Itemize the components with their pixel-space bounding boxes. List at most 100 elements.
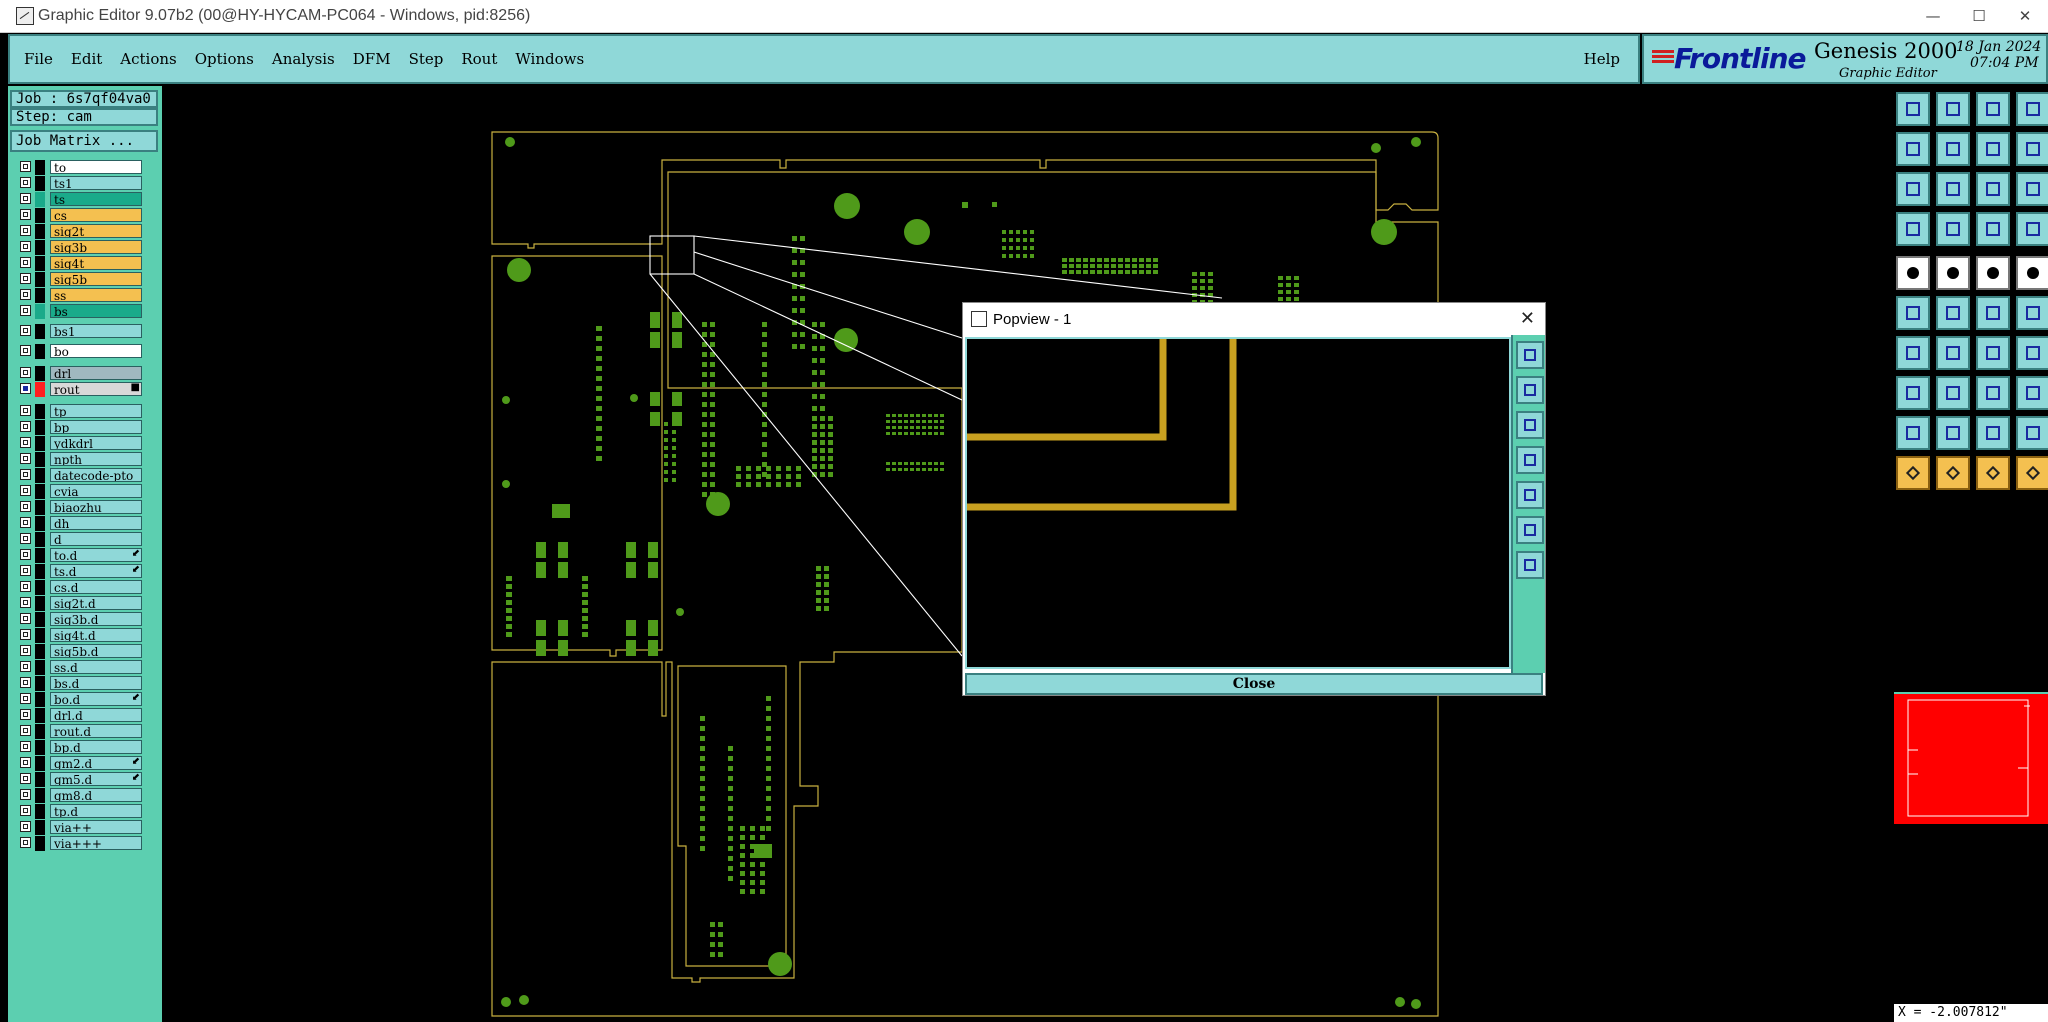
layer-row-gm8-d[interactable]: gm8.d: [12, 788, 142, 803]
layer-row-bo-d[interactable]: bo.d ⬋: [12, 692, 142, 707]
layer-checkbox[interactable]: [20, 325, 31, 336]
layer-row-bs1[interactable]: bs1: [12, 324, 142, 339]
layer-color-swatch[interactable]: [35, 820, 45, 835]
layer-checkbox[interactable]: [20, 549, 31, 560]
fit-tool-2-icon[interactable]: [1936, 172, 1970, 206]
layer-name[interactable]: bo.d: [50, 692, 142, 706]
layer-color-swatch[interactable]: [35, 288, 45, 303]
menu-analysis[interactable]: Analysis: [272, 50, 335, 68]
layer-color-swatch[interactable]: [35, 366, 45, 381]
layer-color-swatch[interactable]: [35, 596, 45, 611]
add-tool-2-icon[interactable]: [1936, 416, 1970, 450]
layer-name[interactable]: bp: [50, 420, 142, 434]
menu-help[interactable]: Help: [1584, 50, 1620, 68]
layer-name[interactable]: bs.d: [50, 676, 142, 690]
layer-name[interactable]: bs: [50, 304, 142, 318]
layer-checkbox[interactable]: [20, 405, 31, 416]
layer-name[interactable]: bs1: [50, 324, 142, 338]
fit-tool-4-icon[interactable]: [2016, 172, 2048, 206]
layer-row-cs-d[interactable]: cs.d: [12, 580, 142, 595]
layer-row-sig4t-d[interactable]: sig4t.d: [12, 628, 142, 643]
layer-name[interactable]: ts.d: [50, 564, 142, 578]
popview-zoom-all-icon[interactable]: [1516, 551, 1544, 579]
layer-color-swatch[interactable]: [35, 256, 45, 271]
layer-row-drl-d[interactable]: drl.d: [12, 708, 142, 723]
layer-name[interactable]: cs.d: [50, 580, 142, 594]
layer-color-swatch[interactable]: [35, 500, 45, 515]
layer-checkbox[interactable]: [20, 677, 31, 688]
menu-dfm[interactable]: DFM: [353, 50, 391, 68]
layer-checkbox[interactable]: [20, 177, 31, 188]
popview-canvas[interactable]: [965, 337, 1511, 669]
layer-color-swatch[interactable]: [35, 452, 45, 467]
snap-tool-3-icon[interactable]: [1976, 256, 2010, 290]
layer-checkbox[interactable]: [20, 367, 31, 378]
query-tool-2-icon[interactable]: [1936, 212, 1970, 246]
layer-checkbox[interactable]: [20, 565, 31, 576]
layer-row-tp[interactable]: tp: [12, 404, 142, 419]
layer-row-d[interactable]: d: [12, 532, 142, 547]
measure-tool-4-icon[interactable]: [2016, 336, 2048, 370]
layer-color-swatch[interactable]: [35, 692, 45, 707]
popview-zoom-out-icon[interactable]: [1516, 411, 1544, 439]
query-tool-1-icon[interactable]: [1896, 212, 1930, 246]
maximize-icon[interactable]: ☐: [1956, 0, 2002, 32]
layer-checkbox[interactable]: [20, 533, 31, 544]
layer-name[interactable]: gm8.d: [50, 788, 142, 802]
layer-name[interactable]: datecode-pto: [50, 468, 142, 482]
layer-row-sig5b-d[interactable]: sig5b.d: [12, 644, 142, 659]
layer-row-bp-d[interactable]: bp.d: [12, 740, 142, 755]
layer-checkbox[interactable]: [20, 257, 31, 268]
layer-checkbox[interactable]: [20, 437, 31, 448]
layer-name[interactable]: sig5b: [50, 272, 142, 286]
layer-name[interactable]: ss: [50, 288, 142, 302]
select-tool-4-icon[interactable]: [2016, 376, 2048, 410]
popview-zoom-left-icon[interactable]: [1516, 446, 1544, 474]
add-tool-1-icon[interactable]: [1896, 416, 1930, 450]
layer-color-swatch[interactable]: [35, 344, 45, 359]
layer-checkbox[interactable]: [20, 725, 31, 736]
layer-checkbox[interactable]: [20, 383, 31, 394]
layer-color-swatch[interactable]: [35, 404, 45, 419]
layer-checkbox[interactable]: [20, 645, 31, 656]
layer-color-swatch[interactable]: [35, 564, 45, 579]
layer-row-datecode-pto[interactable]: datecode-pto: [12, 468, 142, 483]
delete-tool-1-icon[interactable]: [1896, 456, 1930, 490]
layer-checkbox[interactable]: [20, 453, 31, 464]
query-tool-4-icon[interactable]: [2016, 212, 2048, 246]
layer-color-swatch[interactable]: [35, 532, 45, 547]
layer-color-swatch[interactable]: [35, 708, 45, 723]
layer-color-swatch[interactable]: [35, 772, 45, 787]
layer-name[interactable]: to.d: [50, 548, 142, 562]
layer-checkbox[interactable]: [20, 773, 31, 784]
layer-row-drl[interactable]: drl: [12, 366, 142, 381]
layer-color-swatch[interactable]: [35, 580, 45, 595]
layer-checkbox[interactable]: [20, 225, 31, 236]
layer-checkbox[interactable]: [20, 661, 31, 672]
layer-name[interactable]: gm5.d: [50, 772, 142, 786]
menu-windows[interactable]: Windows: [515, 50, 584, 68]
layer-color-swatch[interactable]: [35, 676, 45, 691]
layer-color-swatch[interactable]: [35, 208, 45, 223]
layer-name[interactable]: d: [50, 532, 142, 546]
grid-tool-4-icon[interactable]: [2016, 296, 2048, 330]
layer-row-sig3b[interactable]: sig3b: [12, 240, 142, 255]
layer-checkbox[interactable]: [20, 837, 31, 848]
layer-checkbox[interactable]: [20, 421, 31, 432]
layer-checkbox[interactable]: [20, 629, 31, 640]
layer-row-gm2-d[interactable]: gm2.d ⬋: [12, 756, 142, 771]
layer-row-ss[interactable]: ss: [12, 288, 142, 303]
layer-color-swatch[interactable]: [35, 160, 45, 175]
layer-checkbox[interactable]: [20, 709, 31, 720]
layer-name[interactable]: gm2.d: [50, 756, 142, 770]
layer-row-to-d[interactable]: to.d ⬋: [12, 548, 142, 563]
layer-checkbox[interactable]: [20, 741, 31, 752]
layer-checkbox[interactable]: [20, 805, 31, 816]
layer-name[interactable]: sig2t.d: [50, 596, 142, 610]
zoom-tool-3-icon[interactable]: [1976, 92, 2010, 126]
layer-name[interactable]: tp.d: [50, 804, 142, 818]
menu-edit[interactable]: Edit: [71, 50, 102, 68]
layer-row-rout[interactable]: rout ■: [12, 382, 142, 397]
layer-row-gm5-d[interactable]: gm5.d ⬋: [12, 772, 142, 787]
layer-name[interactable]: sig5b.d: [50, 644, 142, 658]
